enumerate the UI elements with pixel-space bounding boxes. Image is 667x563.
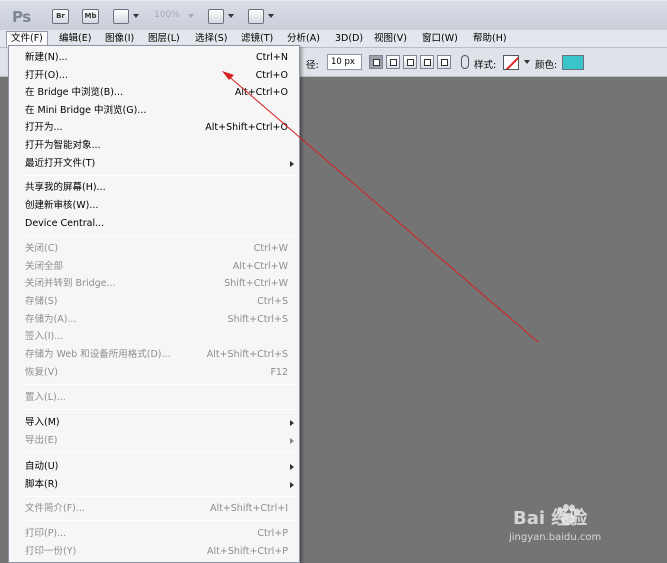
- menu-divider: [23, 236, 299, 237]
- menu-divider: [23, 520, 299, 521]
- intersect-selection-mode-icon[interactable]: [420, 55, 434, 69]
- menu-divider: [23, 175, 299, 176]
- arrange-dropdown-icon[interactable]: [228, 14, 234, 18]
- style-dropdown-icon[interactable]: [524, 60, 530, 64]
- style-swatch[interactable]: [503, 55, 519, 70]
- menu-item-open-as[interactable]: 打开为... Alt+Shift+Ctrl+O: [9, 120, 299, 136]
- menu-item-device-central[interactable]: Device Central...: [9, 216, 299, 232]
- menu-item-automate[interactable]: 自动(U): [9, 459, 299, 475]
- menu-item-share-my-screen[interactable]: 共享我的屏幕(H)...: [9, 180, 299, 196]
- menu-item-close-all: 关闭全部 Alt+Ctrl+W: [25, 261, 288, 272]
- color-swatch[interactable]: [562, 55, 584, 70]
- view-extras-dropdown-icon[interactable]: [133, 14, 139, 18]
- file-menu-dropdown: 新建(N)... Ctrl+N 打开(O)... Ctrl+O 在 Bridge 中…: [8, 45, 300, 563]
- menu-item-close: 关闭(C) Ctrl+W: [25, 243, 288, 254]
- menu-item-print: 打印(P)... Ctrl+P: [25, 528, 288, 539]
- submenu-arrow-icon: [290, 420, 294, 426]
- menu-help[interactable]: 帮助(H): [469, 31, 511, 47]
- add-selection-mode-icon[interactable]: [386, 55, 400, 69]
- menu-item-import[interactable]: 导入(M): [9, 415, 299, 431]
- radius-input[interactable]: 10 px: [327, 54, 362, 70]
- menu-window[interactable]: 窗口(W): [418, 31, 462, 47]
- menu-item-save: 存储(S) Ctrl+S: [25, 296, 288, 307]
- menu-item-new[interactable]: 新建(N)... Ctrl+N: [9, 50, 299, 66]
- menu-divider: [23, 496, 299, 497]
- link-icon[interactable]: [461, 55, 469, 69]
- radius-label: 径:: [306, 60, 319, 71]
- style-label: 样式:: [474, 60, 497, 71]
- launch-bridge-button[interactable]: Br: [52, 9, 69, 24]
- submenu-arrow-icon: [290, 438, 294, 444]
- menu-3d[interactable]: 3D(D): [331, 31, 367, 47]
- application-bar: Ps Br Mb 100%: [0, 0, 667, 31]
- photoshop-logo: Ps: [12, 8, 31, 26]
- menu-item-save-for-web: 存储为 Web 和设备所用格式(D)... Alt+Shift+Ctrl+S: [25, 349, 288, 360]
- menu-divider: [23, 409, 299, 410]
- screen-mode-button[interactable]: [248, 9, 264, 24]
- menu-item-scripts[interactable]: 脚本(R): [9, 477, 299, 493]
- menu-item-check-in: 签入(I)...: [25, 331, 64, 342]
- menu-item-place: 置入(L)...: [25, 392, 66, 403]
- screen-mode-dropdown-icon[interactable]: [268, 14, 274, 18]
- zoom-dropdown-icon[interactable]: [188, 14, 194, 18]
- submenu-arrow-icon: [290, 161, 294, 167]
- menu-item-print-one-copy: 打印一份(Y) Alt+Shift+Ctrl+P: [25, 546, 288, 557]
- new-selection-mode-icon[interactable]: [369, 55, 383, 69]
- watermark-url: jingyan.baidu.com: [509, 532, 602, 543]
- view-extras-button[interactable]: [113, 9, 129, 24]
- launch-mini-bridge-button[interactable]: Mb: [82, 9, 99, 24]
- color-label: 颜色:: [535, 60, 558, 71]
- combine-selection-mode-icon[interactable]: [437, 55, 451, 69]
- menu-item-browse-in-mini-bridge[interactable]: 在 Mini Bridge 中浏览(G)...: [9, 103, 299, 119]
- arrange-documents-button[interactable]: [208, 9, 224, 24]
- baidu-jingyan-watermark: Bai 经验 jingyan.baidu.com: [505, 496, 645, 556]
- menu-item-close-and-go-to-bridge: 关闭并转到 Bridge... Shift+Ctrl+W: [25, 278, 288, 289]
- menu-item-open-as-smart-object[interactable]: 打开为智能对象...: [9, 138, 299, 154]
- menu-item-open[interactable]: 打开(O)... Ctrl+O: [9, 68, 299, 84]
- zoom-level[interactable]: 100%: [154, 10, 180, 20]
- menu-divider: [23, 452, 299, 453]
- menu-item-revert: 恢复(V) F12: [25, 367, 288, 378]
- subtract-selection-mode-icon[interactable]: [403, 55, 417, 69]
- menu-item-export: 导出(E): [9, 433, 299, 449]
- menu-item-create-new-review[interactable]: 创建新审核(W)...: [9, 198, 299, 214]
- submenu-arrow-icon: [290, 464, 294, 470]
- menu-divider: [23, 384, 299, 385]
- submenu-arrow-icon: [290, 482, 294, 488]
- menu-view[interactable]: 视图(V): [370, 31, 411, 47]
- menu-item-save-as: 存储为(A)... Shift+Ctrl+S: [25, 314, 288, 325]
- menu-item-browse-in-bridge[interactable]: 在 Bridge 中浏览(B)... Alt+Ctrl+O: [9, 85, 299, 101]
- menu-item-open-recent[interactable]: 最近打开文件(T): [9, 156, 299, 172]
- paw-icon: [557, 504, 580, 525]
- menu-item-file-info: 文件简介(F)... Alt+Shift+Ctrl+I: [25, 503, 288, 514]
